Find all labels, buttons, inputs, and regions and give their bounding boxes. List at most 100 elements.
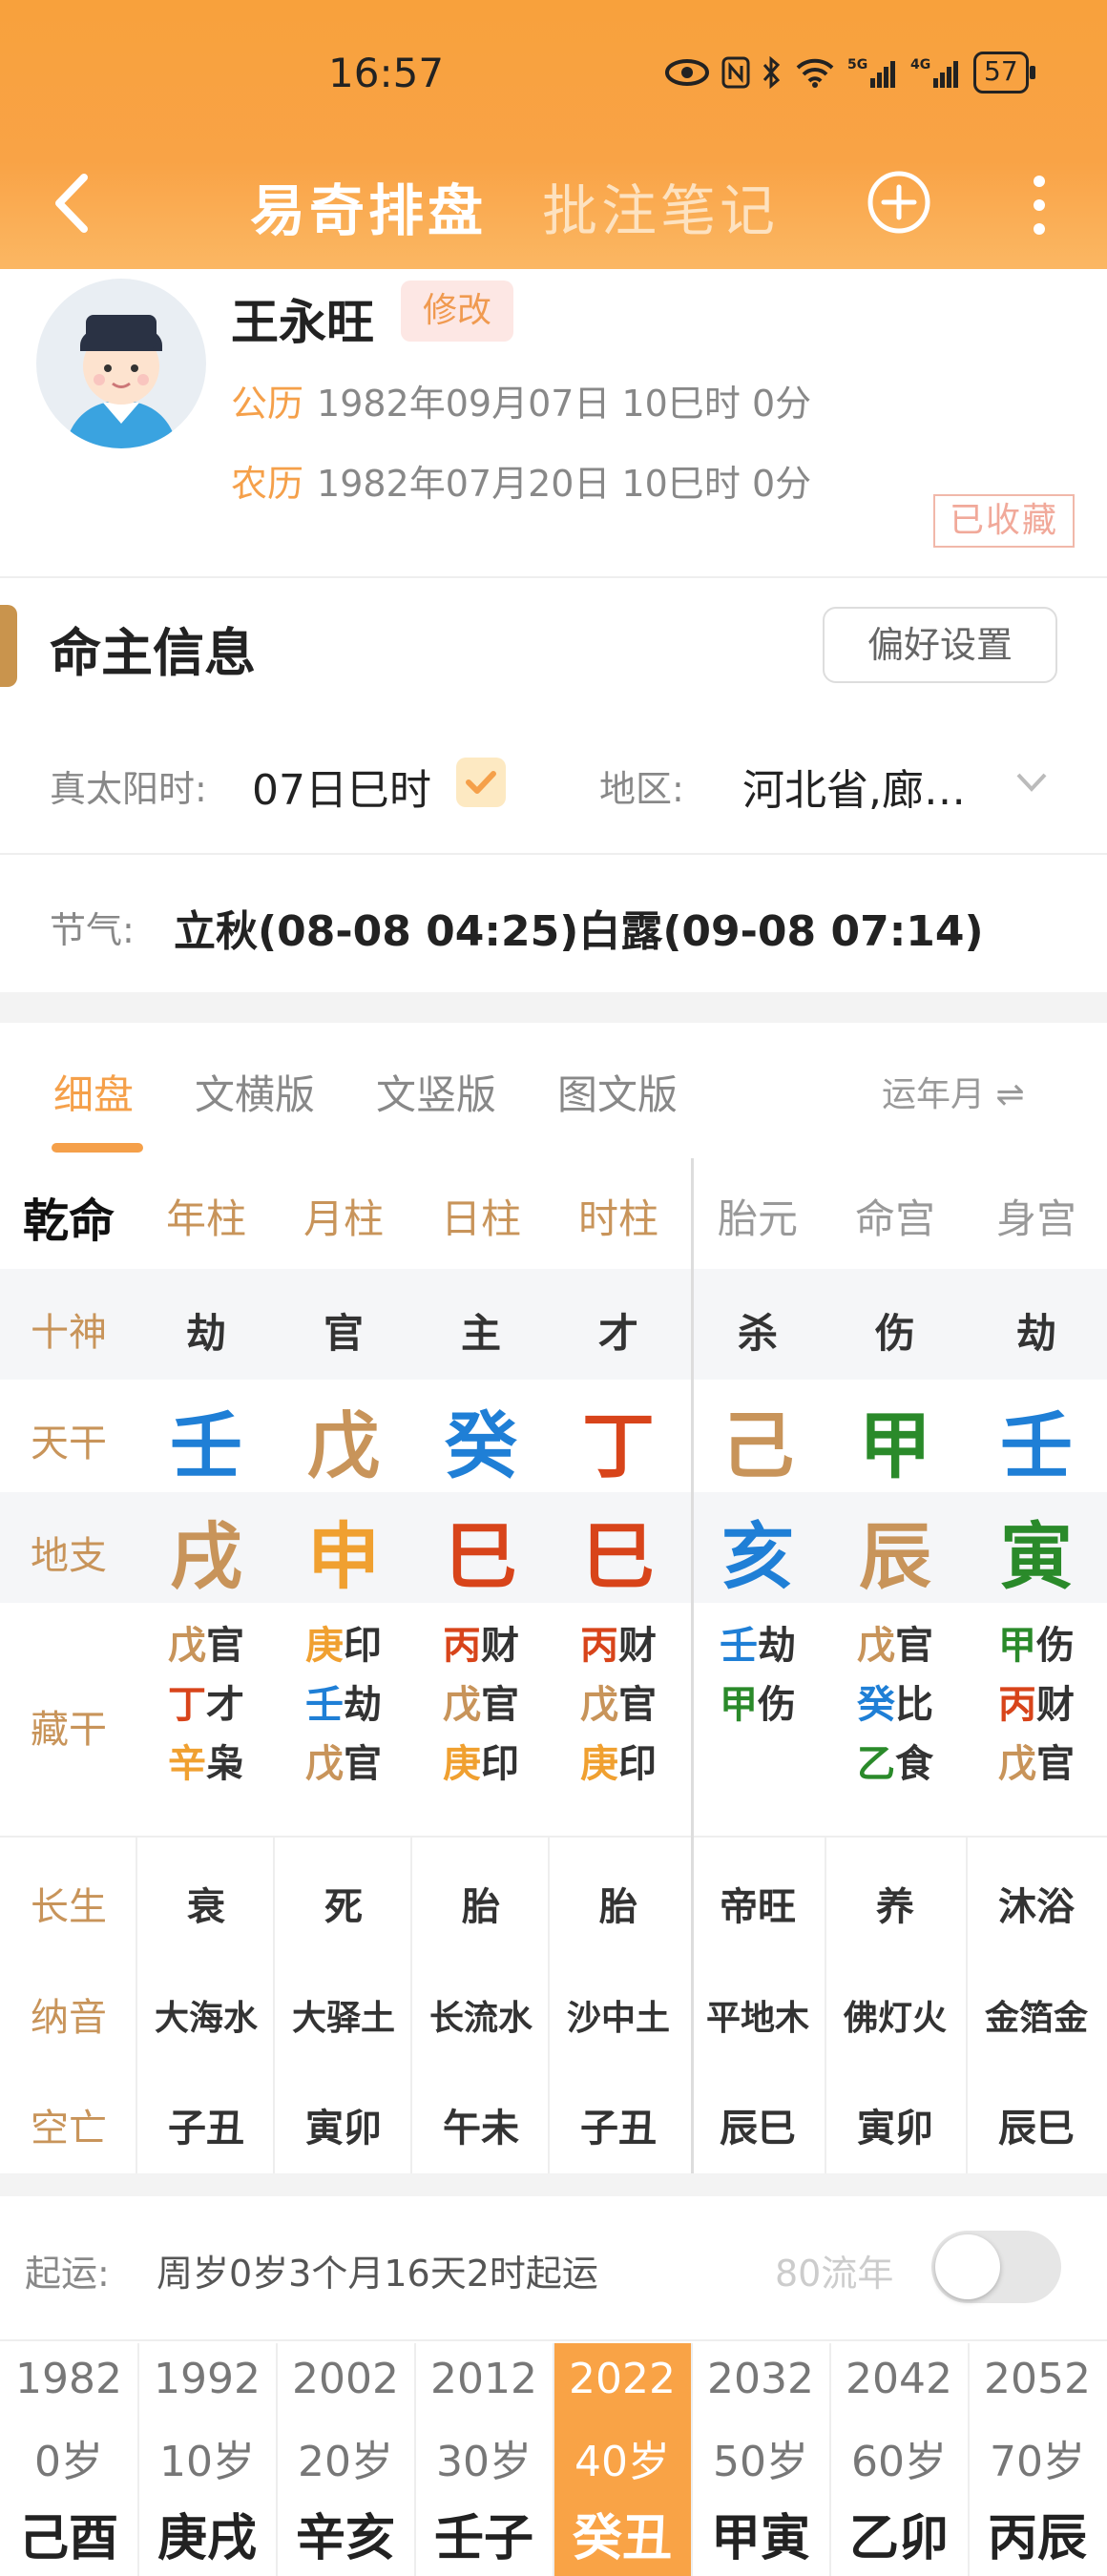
dayun-age: 40岁 [574,2438,670,2486]
canggan-god: 官 [1036,1742,1075,1786]
svg-text:5G: 5G [847,57,867,73]
canggan-god: 财 [481,1624,519,1668]
canggan-god: 官 [481,1683,519,1727]
canggan-item: 甲伤 [691,1675,825,1735]
shishen-cell: 主 [460,1310,501,1357]
column-header[interactable]: 命宫 [828,1187,962,1245]
divider [0,576,1107,578]
tiangan-cell[interactable]: 壬 [139,1387,273,1492]
tab-xipan[interactable]: 细盘 [53,1063,134,1121]
tab-yiqi-paipan[interactable]: 易奇排盘 [250,166,487,246]
battery-indicator: 57 [973,52,1035,93]
dayun-item[interactable]: 2042 60岁 乙卯 [830,2343,968,2576]
cell-divider [273,1838,275,2175]
changsheng-cell: 死 [324,1885,363,1929]
solar-label: 公历 [231,383,304,425]
dayun-item[interactable]: 2022 40岁 癸丑 [554,2343,691,2576]
jieqi-row: 节气: 立秋(08-08 04:25)白露(09-08 07:14) [0,878,1107,973]
signal-4g-icon: 4G [910,57,958,88]
dayun-ganzhi: 壬子 [433,2510,533,2567]
dizhi-cell[interactable]: 巳 [552,1498,685,1603]
column-header[interactable]: 月柱 [277,1187,410,1245]
view-tabs: 细盘 文横版 文竖版 图文版 运年月 ⇌ [0,1030,1107,1154]
column-header[interactable]: 时柱 [552,1187,685,1245]
add-icon[interactable] [867,170,931,235]
dayun-item[interactable]: 2032 50岁 甲寅 [692,2343,829,2576]
column-header[interactable]: 胎元 [691,1187,825,1245]
dayun-item[interactable]: 2002 20岁 辛亥 [277,2343,414,2576]
dayun-age: 30岁 [436,2438,532,2486]
liunian-toggle-label: 80流年 [775,2253,894,2295]
favorited-stamp[interactable]: 已收藏 [933,494,1075,548]
dayun-item[interactable]: 2052 70岁 丙辰 [969,2343,1106,2576]
dayun-divider [829,2343,831,2576]
tab-tuwen[interactable]: 图文版 [557,1063,678,1121]
dayun-divider [691,2343,693,2576]
qiyun-label: 起运: [25,2253,110,2295]
cell-divider [548,1838,550,2175]
liunian-80-toggle[interactable] [931,2231,1061,2303]
canggan-stem: 戊 [305,1742,344,1786]
tab-notes[interactable]: 批注笔记 [542,166,779,246]
tiangan-cell[interactable]: 戊 [277,1387,410,1492]
canggan-stem: 丙 [580,1624,618,1668]
dayun-ganzhi: 己酉 [18,2510,118,2567]
yun-nian-yue-switch[interactable]: 运年月 ⇌ [882,1067,1025,1116]
status-time: 16:57 [328,50,445,96]
dizhi-cell[interactable]: 巳 [414,1498,548,1603]
dayun-item[interactable]: 1982 0岁 己酉 [0,2343,137,2576]
canggan-stem: 丁 [168,1683,206,1727]
section-accent-bar [0,605,17,687]
changsheng-cell: 帝旺 [720,1885,796,1929]
canggan-stem: 甲 [998,1624,1036,1668]
dayun-item[interactable]: 1992 10岁 庚戌 [138,2343,276,2576]
true-solar-value: 07日巳时 [252,766,431,815]
column-header[interactable]: 日柱 [414,1187,548,1245]
jieqi-value: 立秋(08-08 04:25)白露(09-08 07:14) [174,907,984,956]
preferences-button[interactable]: 偏好设置 [823,607,1057,683]
canggan-stem: 庚 [443,1742,481,1786]
tiangan-cell[interactable]: 癸 [414,1387,548,1492]
canggan-god: 官 [618,1683,657,1727]
toggle-knob [935,2234,1000,2299]
nayin-cell: 佛灯火 [843,1999,947,2038]
tiangan-cell[interactable]: 甲 [828,1387,962,1492]
canggan-item: 丙财 [970,1675,1103,1735]
dayun-item[interactable]: 2012 30岁 壬子 [415,2343,553,2576]
bazi-chart: 乾命 年柱 月柱 日柱 时柱 胎元 命宫 身宫 十神劫官主才杀伤劫天干壬戊癸丁己甲壬地支戌申巳巳… [0,1154,1107,2185]
column-header[interactable]: 身宫 [970,1187,1103,1245]
dizhi-cell[interactable]: 亥 [691,1498,825,1603]
dizhi-cell[interactable]: 寅 [970,1498,1103,1603]
jieqi-label: 节气: [50,909,135,951]
tab-wenshu[interactable]: 文竖版 [376,1063,496,1121]
canggan-god: 财 [618,1624,657,1668]
canggan-stem: 乙 [857,1742,895,1786]
lunar-label: 农历 [231,463,304,505]
canggan-item: 戊官 [828,1616,962,1675]
more-icon[interactable] [1033,174,1046,237]
dizhi-cell[interactable]: 申 [277,1498,410,1603]
canggan-item: 庚印 [277,1616,410,1675]
canggan-god: 伤 [1036,1624,1075,1668]
tab-wenheng[interactable]: 文横版 [195,1063,315,1121]
chevron-down-icon[interactable] [1015,771,1048,794]
svg-text:4G: 4G [910,57,930,73]
edit-button[interactable]: 修改 [401,280,513,342]
column-header[interactable]: 年柱 [139,1187,273,1245]
tiangan-cell[interactable]: 己 [691,1387,825,1492]
dizhi-cell[interactable]: 辰 [828,1498,962,1603]
tiangan-cell[interactable]: 壬 [970,1387,1103,1492]
dayun-ganzhi: 乙卯 [848,2510,949,2567]
back-icon[interactable] [46,170,103,237]
dizhi-cell[interactable]: 戌 [139,1498,273,1603]
tiangan-cell[interactable]: 丁 [552,1387,685,1492]
person-name: 王永旺 [231,295,374,350]
nayin-cell: 大驿土 [291,1999,395,2038]
kongwang-cell: 午未 [443,2107,519,2150]
canggan-stem: 壬 [720,1624,758,1668]
region-value[interactable]: 河北省,廊… [742,756,966,817]
check-icon [466,771,496,794]
true-solar-checkbox[interactable] [456,758,506,807]
row-label-tiangan: 天干 [31,1422,107,1465]
row-label-shishen: 十神 [31,1311,107,1355]
